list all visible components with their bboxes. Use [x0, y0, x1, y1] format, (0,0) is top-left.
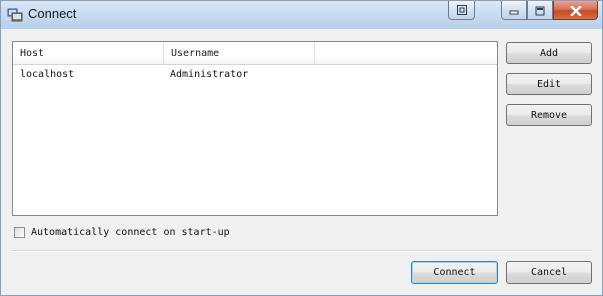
edit-button[interactable]: Edit: [506, 73, 592, 95]
add-button[interactable]: Add: [506, 42, 592, 64]
list-header: Host Username: [13, 42, 497, 65]
connect-dialog: Connect Host Username localhost Administ…: [0, 0, 603, 296]
connect-app-icon[interactable]: [7, 6, 23, 22]
autoconnect-label[interactable]: Automatically connect on start-up: [31, 227, 230, 238]
title-bar[interactable]: Connect: [1, 1, 602, 29]
footer-divider: [12, 250, 592, 252]
host-cell: localhost: [20, 69, 75, 80]
close-icon: [569, 1, 582, 20]
maximize-icon: [535, 1, 545, 20]
window-title: Connect: [28, 6, 77, 21]
autoconnect-checkbox[interactable]: Automatically connect on start-up: [14, 225, 230, 240]
username-cell: Administrator: [170, 69, 249, 80]
cancel-button[interactable]: Cancel: [506, 261, 592, 284]
restore-window-icon: [456, 1, 468, 20]
minimize-button[interactable]: [501, 1, 527, 20]
table-row[interactable]: localhost Administrator: [13, 67, 497, 83]
close-button[interactable]: [553, 1, 598, 20]
column-header-username[interactable]: Username: [164, 42, 315, 64]
connect-button[interactable]: Connect: [411, 261, 498, 284]
minimize-icon: [509, 1, 519, 20]
checkbox-box[interactable]: [14, 227, 25, 238]
restore-button[interactable]: [448, 1, 475, 20]
remove-button[interactable]: Remove: [506, 104, 592, 126]
column-header-filler: [315, 42, 497, 64]
column-header-host[interactable]: Host: [13, 42, 164, 64]
connections-list[interactable]: Host Username localhost Administrator: [12, 41, 498, 216]
maximize-button[interactable]: [527, 1, 553, 20]
